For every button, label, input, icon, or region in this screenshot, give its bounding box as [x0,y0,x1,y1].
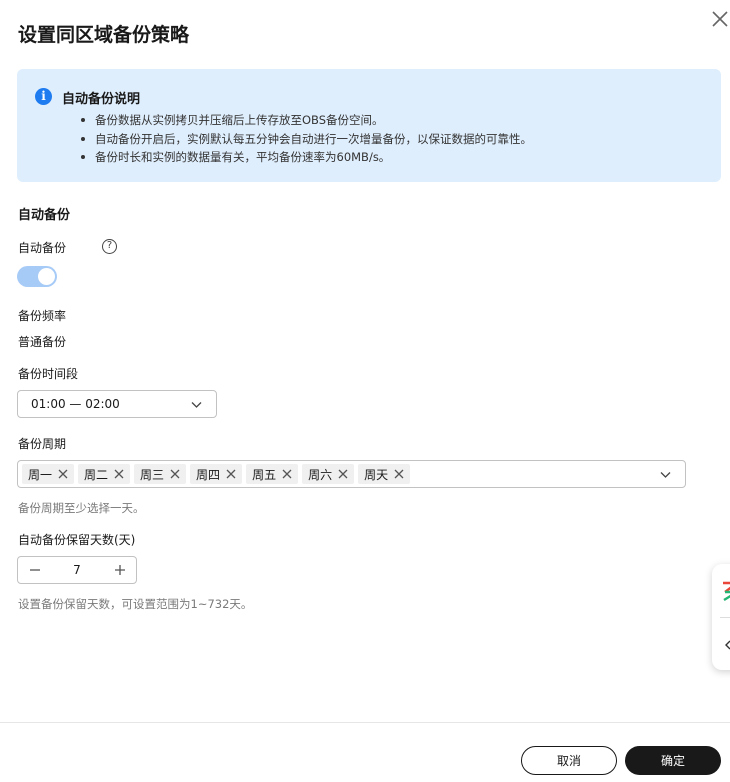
increment-button[interactable] [103,557,136,583]
cycle-tag-label: 周天 [364,467,389,482]
chevron-down-icon [660,472,671,478]
widget-divider [720,617,730,618]
cycle-multi-select[interactable]: 周一 周二 周三 周四 周五 周六 周天 [17,460,686,488]
time-window-select[interactable]: 01:00 — 02:00 [17,390,217,418]
retention-label: 自动备份保留天数(天) [18,533,136,547]
cycle-tag-label: 周五 [252,467,277,482]
cycle-tag: 周一 [22,464,75,484]
chevron-left-icon [725,640,730,650]
tag-remove-icon[interactable] [58,469,68,479]
cycle-tag: 周五 [246,464,299,484]
tag-remove-icon[interactable] [226,469,236,479]
cycle-tag: 周二 [78,464,131,484]
info-item: 自动备份开启后，实例默认每五分钟会自动进行一次增量备份，以保证数据的可靠性。 [79,130,532,149]
section-title: 自动备份 [18,208,71,223]
info-list: 备份数据从实例拷贝并压缩后上传存放至OBS备份空间。 自动备份开启后，实例默认每… [79,111,532,167]
cycle-tags: 周一 周二 周三 周四 周五 周六 周天 [22,464,411,484]
footer-divider [0,722,730,723]
plus-icon [114,565,125,575]
info-title: 自动备份说明 [62,92,141,107]
cycle-hint: 备份周期至少选择一天。 [18,501,145,515]
auto-backup-label: 自动备份 [18,241,67,255]
tag-remove-icon[interactable] [394,469,404,479]
cycle-tag: 周四 [190,464,243,484]
chevron-down-icon [191,402,202,408]
cycle-tag: 周六 [302,464,355,484]
toggle-knob [38,268,55,285]
cycle-tag: 周天 [358,464,411,484]
close-button[interactable] [709,8,730,30]
info-item: 备份数据从实例拷贝并压缩后上传存放至OBS备份空间。 [79,111,532,130]
cycle-tag-label: 周四 [196,467,221,482]
help-icon[interactable]: ? [102,239,117,254]
retention-stepper[interactable]: 7 [17,556,137,584]
tag-remove-icon[interactable] [338,469,348,479]
info-item: 备份时长和实例的数据量有关，平均备份速率为60MB/s。 [79,148,532,167]
time-window-value: 01:00 — 02:00 [31,397,120,411]
auto-backup-toggle[interactable] [17,266,57,287]
cycle-label: 备份周期 [18,437,67,451]
dialog-title: 设置同区域备份策略 [18,24,190,46]
cycle-tag-label: 周二 [84,467,109,482]
info-banner: i 自动备份说明 备份数据从实例拷贝并压缩后上传存放至OBS备份空间。 自动备份… [17,69,721,182]
info-icon: i [35,88,52,105]
tag-remove-icon[interactable] [114,469,124,479]
confirm-button[interactable]: 确定 [625,746,721,775]
cycle-tag: 周三 [134,464,187,484]
retention-hint: 设置备份保留天数，可设置范围为1~732天。 [18,597,253,611]
assistant-logo-icon [723,581,730,602]
frequency-value: 普通备份 [18,335,67,349]
retention-value[interactable]: 7 [51,563,103,577]
close-icon [712,11,728,27]
cycle-tag-label: 周一 [28,467,53,482]
minus-icon [29,569,40,571]
cycle-tag-label: 周六 [308,467,333,482]
cancel-button[interactable]: 取消 [521,746,617,775]
tag-remove-icon[interactable] [170,469,180,479]
tag-remove-icon[interactable] [282,469,292,479]
floating-assistant-widget[interactable] [712,564,730,670]
frequency-label: 备份频率 [18,309,67,323]
time-window-label: 备份时间段 [18,367,79,381]
cycle-tag-label: 周三 [140,467,165,482]
decrement-button[interactable] [18,557,51,583]
